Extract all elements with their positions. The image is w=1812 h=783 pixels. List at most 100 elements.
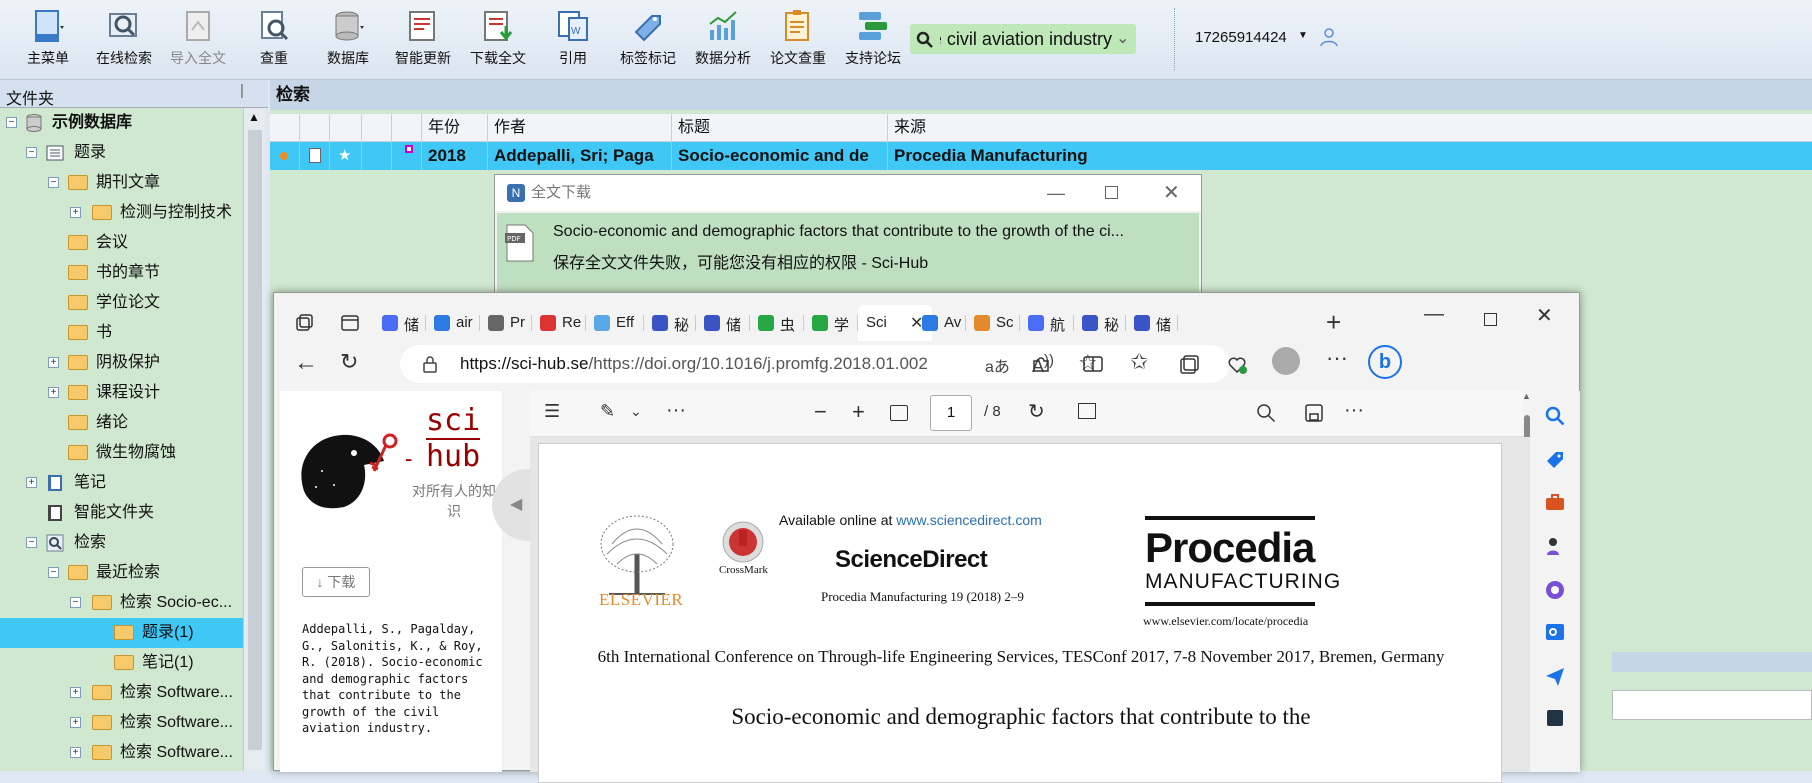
browser-tab[interactable]: Pr (480, 305, 532, 341)
expand-icon[interactable]: + (70, 207, 81, 218)
browser-tab[interactable]: 航 (1020, 305, 1074, 341)
tree-item-references-1[interactable]: 题录(1) (0, 618, 243, 648)
tools-icon[interactable] (1544, 491, 1566, 513)
tree-item-search-socio[interactable]: − 检索 Socio-ec... (0, 588, 243, 618)
copilot-icon[interactable]: b (1368, 345, 1402, 379)
browser-tab[interactable]: 储 (696, 305, 750, 341)
browser-tab[interactable]: 秘 (644, 305, 696, 341)
tree-item-search-software-3[interactable]: + 检索 Software... (0, 738, 243, 768)
fit-page-icon[interactable] (890, 405, 908, 421)
quick-search-box[interactable]: the civil aviation industry ⌄ (910, 24, 1136, 54)
col-tag[interactable] (392, 114, 422, 142)
expand-icon[interactable]: + (48, 387, 59, 398)
profile-avatar[interactable] (1272, 347, 1300, 375)
browser-tab[interactable]: Eff (586, 305, 644, 341)
browser-tab[interactable]: Sc (966, 305, 1020, 341)
collapse-icon[interactable]: − (6, 117, 17, 128)
star-icon[interactable]: ★ (330, 142, 362, 170)
browser-essentials-icon[interactable] (1226, 353, 1248, 375)
new-tab-button[interactable]: + (1326, 307, 1341, 338)
tree-item-conference[interactable]: 会议 (0, 228, 243, 258)
games-icon[interactable] (1544, 535, 1566, 557)
folder-tree-scrollbar[interactable]: ▲ (243, 108, 265, 771)
forum-button[interactable]: 支持论坛 (837, 6, 909, 72)
back-button[interactable]: ← (294, 349, 318, 377)
outlook-icon[interactable] (1544, 621, 1566, 643)
page-view-icon[interactable] (1078, 403, 1096, 419)
tree-item-search-software-2[interactable]: + 检索 Software... (0, 708, 243, 738)
col-read[interactable] (362, 114, 392, 142)
dedupe-button[interactable]: 查重 (238, 6, 310, 72)
search-icon[interactable] (1256, 403, 1276, 423)
col-year[interactable]: 年份 (422, 114, 488, 142)
browser-tab[interactable]: 储 (374, 305, 426, 341)
col-source[interactable]: 来源 (888, 114, 1812, 142)
refresh-button[interactable]: ↻ (340, 349, 358, 375)
close-button[interactable]: ✕ (1536, 303, 1553, 328)
table-row[interactable]: ★ 2018 Addepalli, Sri; Paga Socio-econom… (270, 142, 1812, 170)
tree-item-cathodic-protection[interactable]: + 阴极保护 (0, 348, 243, 378)
workspaces-icon[interactable] (294, 313, 314, 333)
browser-tab[interactable]: 学 (804, 305, 858, 341)
tree-item-notes-1[interactable]: 笔记(1) (0, 648, 243, 678)
scrollbar-thumb[interactable] (248, 130, 262, 750)
extensions-icon[interactable] (1030, 353, 1052, 375)
tree-item-books[interactable]: 书 (0, 318, 243, 348)
expand-icon[interactable]: + (70, 687, 81, 698)
minimize-button[interactable]: — (1047, 175, 1065, 211)
translate-icon[interactable]: aあ (985, 353, 1010, 377)
database-button[interactable]: 数据库 (312, 6, 384, 72)
tree-item-course-design[interactable]: + 课程设计 (0, 378, 243, 408)
tree-item-theses[interactable]: 学位论文 (0, 288, 243, 318)
crossmark-icon[interactable] (721, 520, 765, 564)
tree-item-sample-db[interactable]: − 示例数据库 (0, 108, 243, 138)
collapse-icon[interactable]: − (70, 597, 81, 608)
tree-item-journal-articles[interactable]: − 期刊文章 (0, 168, 243, 198)
tag-button[interactable]: 标签标记 (612, 6, 684, 72)
download-fulltext-button[interactable]: 下载全文 (462, 6, 534, 72)
zoom-in-button[interactable]: + (852, 399, 865, 425)
splitter-handle[interactable]: | (240, 82, 244, 99)
tree-item-references[interactable]: − 题录 (0, 138, 243, 168)
rotate-icon[interactable]: ↻ (1028, 399, 1045, 424)
sciencedirect-link[interactable]: www.sciencedirect.com (896, 512, 1042, 528)
scroll-up-icon[interactable]: ▲ (248, 110, 260, 124)
more-menu-icon[interactable]: ··· (1326, 345, 1348, 371)
scihub-download-button[interactable]: ↓ 下载 (302, 567, 370, 597)
chevron-down-icon[interactable]: ⌄ (1116, 28, 1129, 48)
browser-tab[interactable]: Av (914, 305, 966, 341)
tree-item-search[interactable]: − 检索 (0, 528, 243, 558)
account-id[interactable]: 17265914424 (1195, 29, 1287, 46)
maximize-button[interactable] (1105, 186, 1118, 199)
shopping-tag-icon[interactable] (1544, 449, 1566, 471)
page-number-input[interactable]: 1 (930, 395, 972, 431)
tree-item-notes[interactable]: + 笔记 (0, 468, 243, 498)
contents-icon[interactable]: ☰ (544, 401, 560, 422)
col-attachment[interactable] (300, 114, 330, 142)
import-fulltext-button[interactable]: 导入全文 (162, 6, 234, 72)
browser-tab[interactable]: air (426, 305, 480, 341)
tree-item-introduction[interactable]: 绪论 (0, 408, 243, 438)
collapse-icon[interactable]: − (26, 147, 37, 158)
main-menu-button[interactable]: 主菜单 (12, 6, 84, 72)
expand-icon[interactable]: + (70, 717, 81, 728)
chevron-down-icon[interactable]: ⌄ (630, 403, 642, 420)
expand-icon[interactable]: + (26, 477, 37, 488)
more-tools-icon[interactable]: ··· (666, 399, 686, 422)
expand-icon[interactable]: + (70, 747, 81, 758)
more-options-icon[interactable]: ··· (1344, 399, 1364, 422)
address-bar[interactable]: https://sci-hub.se/https://doi.org/10.10… (400, 345, 1230, 383)
collections-icon[interactable] (1178, 353, 1200, 375)
user-icon[interactable] (1318, 26, 1340, 48)
close-button[interactable]: ✕ (1163, 175, 1180, 211)
tree-item-recent-search[interactable]: − 最近检索 (0, 558, 243, 588)
url-text[interactable]: https://sci-hub.se/https://doi.org/10.10… (460, 354, 928, 374)
quick-search-text[interactable]: the civil aviation industry (940, 29, 1112, 50)
col-status[interactable] (270, 114, 300, 142)
browser-tab[interactable]: 储 (1126, 305, 1178, 341)
collapse-icon[interactable]: − (48, 567, 59, 578)
maximize-button[interactable] (1484, 313, 1497, 326)
paper-check-button[interactable]: 论文查重 (762, 6, 834, 72)
split-screen-icon[interactable] (1082, 353, 1104, 375)
col-title[interactable]: 标题 (672, 114, 888, 142)
